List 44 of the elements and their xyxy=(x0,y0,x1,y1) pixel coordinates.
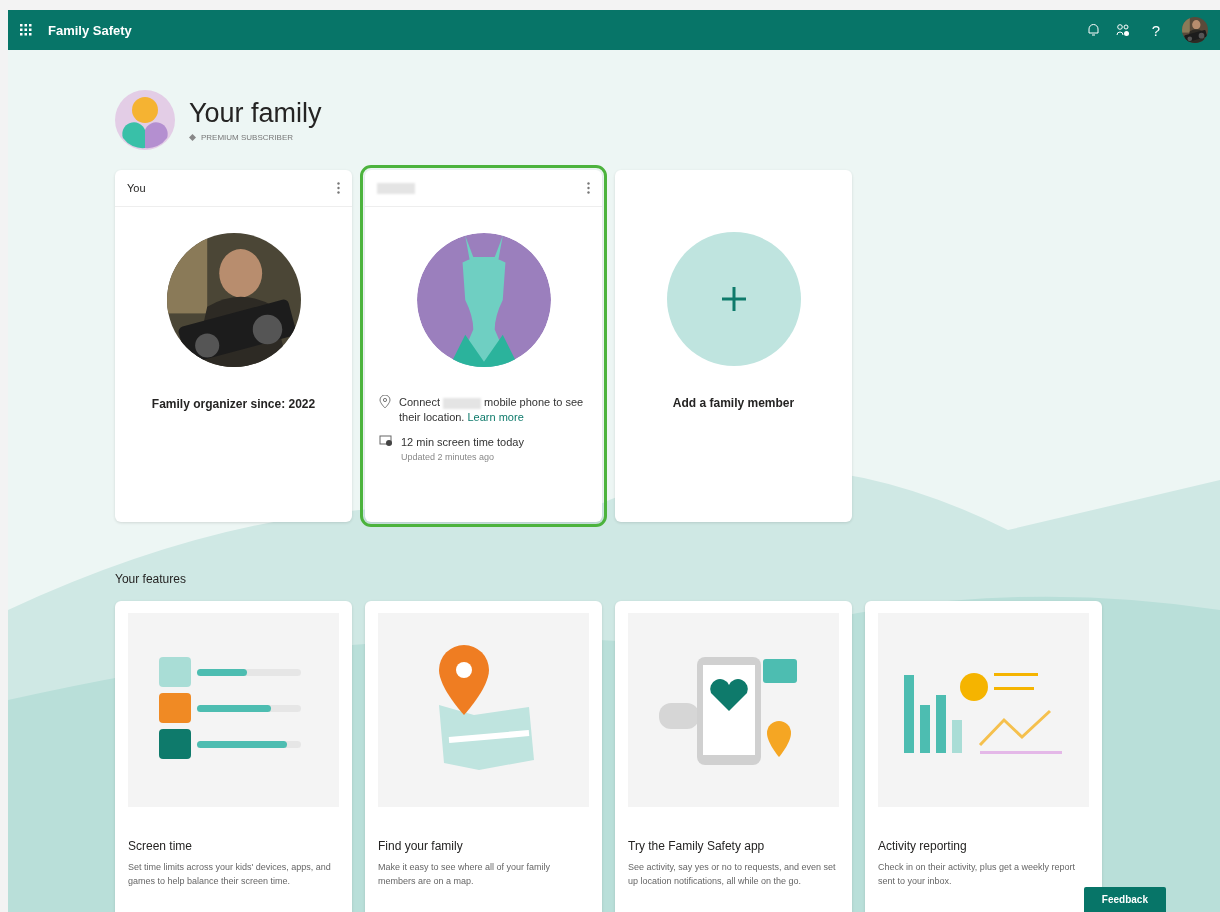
feature-description: Check in on their activity, plus get a weekly report sent to your inbox. xyxy=(878,861,1076,888)
family-avatar-drawing xyxy=(115,90,175,150)
help-button[interactable]: ? xyxy=(1151,21,1160,39)
member-name: You xyxy=(127,182,146,194)
plus-icon xyxy=(719,285,748,313)
add-member-label: Add a family member xyxy=(671,396,796,410)
updated-text: Updated 2 minutes ago xyxy=(401,451,496,464)
more-options-icon[interactable] xyxy=(337,182,340,194)
feedback-button[interactable]: Feedback xyxy=(1083,887,1166,912)
screen-time-icon xyxy=(379,435,393,447)
screen-time-text: 12 min screen time today xyxy=(401,435,524,450)
feature-card[interactable]: Activity reporting Check in on their activity, plus get a weekly report sent to your inbox. xyxy=(865,601,1102,912)
location-message: Connect mobile phone to see their location. Learn more xyxy=(399,395,585,425)
feature-title: Activity reporting xyxy=(878,839,968,853)
more-options-icon[interactable] xyxy=(587,182,590,194)
member-card[interactable]: You Family organizer since: 2022 xyxy=(115,170,352,522)
page-title: Your family xyxy=(189,98,322,129)
feature-description: Make it easy to see where all of your family members are on a map. xyxy=(378,861,552,888)
feature-card[interactable]: Find your family Make it easy to see where all of your family members are on a map. xyxy=(365,601,602,912)
feature-card[interactable]: Screen time Set time limits across your kids' devices, apps, and games to help balance their screen time. xyxy=(115,601,352,912)
member-caption: Family organizer since: 2022 xyxy=(150,397,317,411)
learn-more-link[interactable]: Learn more xyxy=(467,411,524,423)
chart-bar xyxy=(919,705,930,753)
subscription-label: PREMIUM SUBSCRIBER xyxy=(201,133,293,142)
family-settings-icon[interactable] xyxy=(1115,23,1130,37)
chart-bar xyxy=(951,720,962,753)
feature-title: Try the Family Safety app xyxy=(628,839,766,853)
feature-description: Set time limits across your kids' devices, apps, and games to help balance their screen time. xyxy=(128,861,332,888)
blurred-name xyxy=(443,397,482,409)
app-launcher-icon[interactable] xyxy=(20,24,32,36)
legend-line xyxy=(993,673,1038,676)
legend-line xyxy=(993,687,1034,690)
blurred-name xyxy=(377,182,415,194)
feature-card[interactable]: Try the Family Safety app See activity, say yes or no to requests, and even set up location notifications, all while on the go. xyxy=(615,601,852,912)
feature-title: Find your family xyxy=(378,839,464,853)
section-title: Your features xyxy=(115,572,187,586)
notification-bell-icon[interactable] xyxy=(1086,23,1100,37)
chart-bar xyxy=(935,695,946,753)
feature-description: See activity, say yes or no to requests, and even set up location notifications, all while on the go. xyxy=(628,861,837,888)
diamond-icon xyxy=(189,134,196,141)
location-pin-icon xyxy=(379,395,391,409)
app-title: Family Safety xyxy=(48,22,132,38)
feature-title: Screen time xyxy=(128,839,194,853)
pie-dot xyxy=(959,673,988,701)
